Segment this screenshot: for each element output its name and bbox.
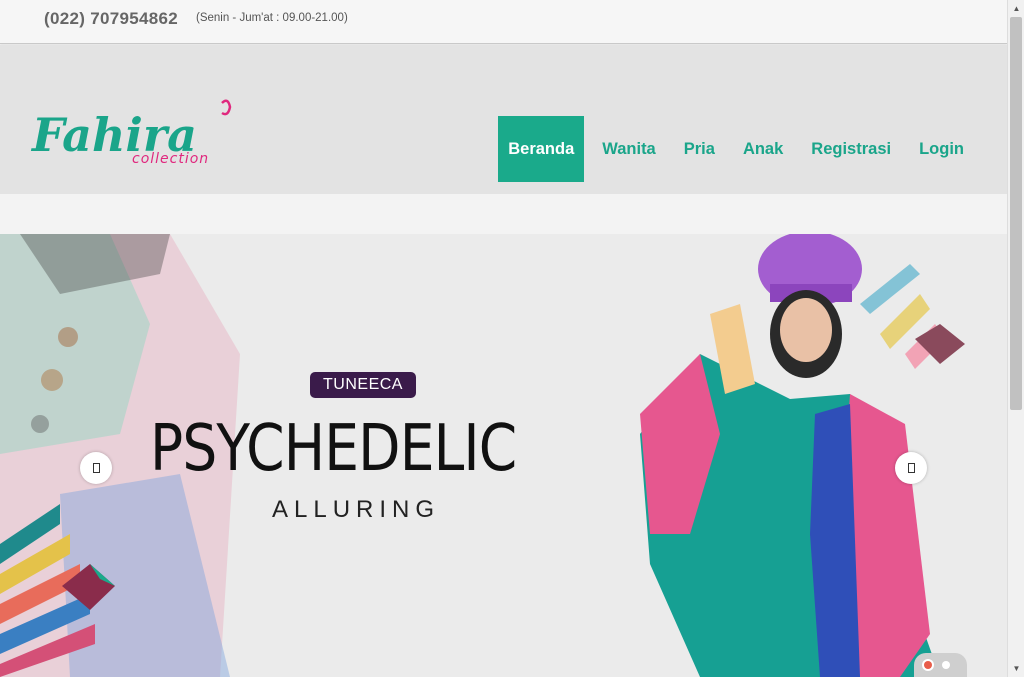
scroll-up-arrow-icon[interactable]: ▲ <box>1008 0 1024 17</box>
nav-anak[interactable]: Anak <box>729 116 797 182</box>
scroll-down-arrow-icon[interactable]: ▼ <box>1008 660 1024 677</box>
nav-wanita[interactable]: Wanita <box>588 116 669 182</box>
nav-pria[interactable]: Pria <box>670 116 729 182</box>
chevron-right-icon <box>907 463 915 473</box>
slider-dot-1[interactable] <box>923 661 932 669</box>
scrollbar-thumb[interactable] <box>1010 17 1022 410</box>
vertical-scrollbar[interactable]: ▲ ▼ <box>1007 0 1024 677</box>
nav-beranda[interactable]: Beranda <box>498 116 585 182</box>
brand-badge: TUNEECA <box>310 372 416 398</box>
nav-registrasi[interactable]: Registrasi <box>797 116 905 182</box>
logo[interactable]: Fahira collection <box>30 99 240 171</box>
slide-headline: PSYCHEDELIC <box>150 412 517 486</box>
hero-slider[interactable]: TUNEECA PSYCHEDELIC ALLURING <box>0 234 1007 677</box>
logo-ribbon-icon <box>221 99 232 116</box>
opening-hours: (Senin - Jum'at : 09.00-21.00) <box>196 12 348 24</box>
phone-number: (022) 707954862 <box>44 9 179 28</box>
site-header: Fahira collection Beranda Wanita Pria An… <box>0 45 1007 194</box>
header-spacer <box>0 194 1007 234</box>
slide-subheadline: ALLURING <box>272 496 441 523</box>
top-bar: (022) 707954862 (Senin - Jum'at : 09.00-… <box>0 0 1007 44</box>
nav-login[interactable]: Login <box>905 116 1007 182</box>
chevron-left-icon <box>92 463 100 473</box>
slider-pagination <box>914 653 967 677</box>
slider-dot-2[interactable] <box>941 661 950 669</box>
main-nav: Beranda Wanita Pria Anak Registrasi Logi… <box>498 116 1007 182</box>
slider-prev-button[interactable] <box>80 452 112 484</box>
slider-next-button[interactable] <box>895 452 927 484</box>
logo-tagline: collection <box>132 151 209 167</box>
